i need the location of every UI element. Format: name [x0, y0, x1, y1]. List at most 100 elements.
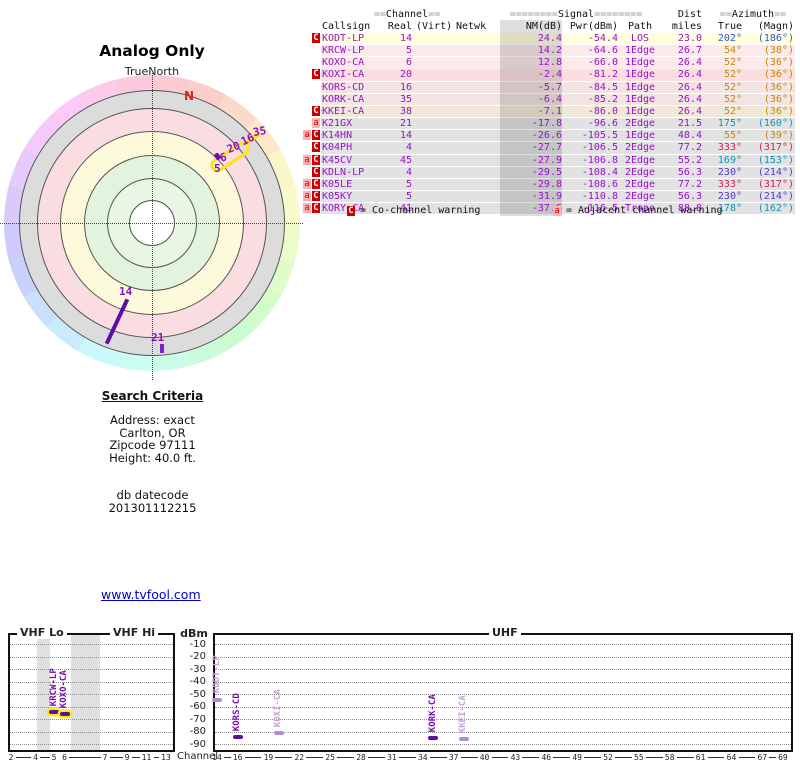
gridline — [10, 669, 173, 670]
cell-path: 2Edge — [624, 166, 656, 178]
table-row: C KOXI-CA 20 -2.4 -81.2 1Edge 26.4 52° (36°) — [0, 69, 800, 81]
channel-tick-label: 13 — [161, 753, 171, 762]
dbm-tick-label: -10 — [189, 638, 206, 650]
uhf-plot-box — [213, 633, 793, 752]
cell-magn-az: (186°) — [757, 33, 794, 44]
cell-miles: 56.3 — [677, 190, 702, 202]
search-criteria-heading: Search Criteria — [101, 389, 204, 403]
gridline — [10, 719, 173, 720]
cell-true-az: 202° — [717, 33, 742, 44]
cell-true-az: 333° — [717, 142, 742, 154]
table-row: KORK-CA 35 -6.4 -85.2 1Edge 26.4 52° (36°) — [0, 93, 800, 106]
cell-true-az: 54° — [723, 45, 742, 57]
cell-path: LOS — [630, 33, 650, 44]
table-row: Ca K05KY 5 -31.9 -110.8 2Edge 56.3 230° (214°) — [0, 190, 800, 203]
station-marker — [458, 737, 469, 741]
vhf-gap-band-2 — [71, 635, 100, 750]
gridline — [10, 656, 173, 658]
gridline — [10, 681, 173, 683]
column-headers: Callsign Real (Virt) Netwk NM(dB) Pwr(dB… — [0, 21, 800, 33]
cell-pwr: -108.4 — [581, 166, 618, 178]
tick-dash — [109, 757, 123, 758]
cell-true-az: 230° — [717, 190, 742, 202]
gridline — [215, 669, 791, 670]
channel-tick-label: 61 — [695, 753, 706, 762]
cell-path: 2Edge — [624, 154, 656, 166]
db-datecode-label: db datecode — [116, 487, 189, 502]
channel-tick-label: 49 — [572, 753, 582, 762]
channel-tick-label: 46 — [541, 753, 552, 762]
cell-miles: 26.4 — [677, 93, 702, 105]
table-row: Ca K14HN 14 -26.6 -105.5 1Edge 48.4 55° (39°) — [0, 130, 800, 142]
group-header-azimuth-text: Azimuth — [731, 9, 775, 20]
cell-magn-az: (214°) — [757, 190, 794, 202]
station-marker — [273, 731, 284, 735]
cell-nm: -7.1 — [537, 105, 562, 117]
col-virt: (Virt) — [416, 21, 453, 32]
gridline — [10, 706, 173, 708]
cell-pwr: -108.6 — [581, 178, 618, 190]
cell-pwr: -54.4 — [587, 33, 618, 44]
cell-real: 5 — [405, 190, 412, 202]
tvfool-link[interactable]: www.tvfool.com — [101, 587, 201, 602]
cell-real: 4 — [405, 166, 412, 178]
cell-true-az: 52° — [723, 57, 742, 69]
channel-tick-label: 4 — [33, 753, 38, 762]
station-callsign-label: KODT-LP — [211, 655, 222, 694]
cell-miles: 23.0 — [677, 33, 702, 44]
table-row: C K04PH 4 -27.7 -106.5 2Edge 77.2 333° (317°) — [0, 142, 800, 154]
col-miles: miles — [671, 21, 702, 32]
cell-true-az: 52° — [723, 81, 742, 93]
channel-tick-label: 5 — [51, 753, 57, 762]
dbm-tick-label: -20 — [189, 651, 206, 662]
cell-nm: -6.4 — [537, 93, 562, 105]
cell-real: 4 — [405, 142, 412, 154]
dbm-tick-label: -60 — [189, 701, 206, 712]
table-row: C KDLN-LP 4 -29.5 -108.4 2Edge 56.3 230° (214°) — [0, 166, 800, 179]
adjacent-channel-warning-icon: a — [312, 118, 320, 129]
station-marker — [49, 710, 59, 715]
cell-true-az: 333° — [717, 178, 742, 190]
group-header-azimuth: ==Azimuth== — [719, 9, 787, 20]
group-header-channel: ==Channel== — [373, 9, 441, 20]
station-callsign-label: KKEI-CA — [458, 695, 469, 733]
cell-pwr: -105.5 — [581, 130, 618, 142]
tick-dash — [15, 757, 31, 758]
gridline — [10, 731, 173, 733]
cell-magn-az: (317°) — [757, 142, 794, 154]
channel-tick-label: 64 — [726, 753, 737, 762]
col-real: Real — [387, 21, 412, 32]
station-marker — [212, 697, 222, 702]
gridline — [10, 644, 173, 645]
tick-dash — [275, 757, 293, 758]
station-marker — [428, 736, 439, 740]
table-legend: C = Co-channel warning a = Adjacent chan… — [0, 205, 800, 217]
co-channel-warning-icon: C — [312, 142, 320, 153]
table-row: KRCW-LP 5 14.2 -64.6 1Edge 26.7 54° (38°) — [0, 45, 800, 57]
cell-nm: 14.2 — [537, 45, 562, 57]
gridline — [215, 744, 791, 745]
col-netwk: Netwk — [456, 21, 487, 32]
group-header-signal-text: Signal — [557, 9, 595, 20]
cell-miles: 26.7 — [677, 45, 702, 57]
band-label-vhf-hi: VHF Hi — [110, 626, 159, 639]
cell-real: 6 — [405, 57, 412, 69]
cell-real: 5 — [405, 178, 412, 190]
tick-dash — [40, 757, 50, 758]
station-callsign-label: KOXO-CA — [59, 670, 69, 708]
search-criteria: Search Criteria Address: exact Carlton, … — [55, 390, 250, 515]
cell-magn-az: (214°) — [757, 166, 794, 178]
group-header-dist: Dist — [677, 9, 702, 20]
table-row: C KKEI-CA 38 -7.1 -86.0 1Edge 26.4 52° (36°) — [0, 105, 800, 118]
dbm-tick-label: -30 — [189, 663, 206, 675]
cell-path: 2Edge — [624, 190, 656, 202]
adjacent-channel-warning-icon: a — [303, 154, 311, 165]
adjacent-channel-warning-icon: a — [303, 130, 311, 141]
cell-pwr: -85.2 — [587, 93, 618, 105]
channel-tick-label: 16 — [232, 753, 243, 762]
tick-dash — [306, 757, 324, 758]
col-path: Path — [627, 21, 653, 32]
cell-nm: -17.8 — [531, 118, 562, 130]
cell-pwr: -84.5 — [587, 81, 618, 93]
cell-pwr: -66.0 — [587, 57, 618, 69]
